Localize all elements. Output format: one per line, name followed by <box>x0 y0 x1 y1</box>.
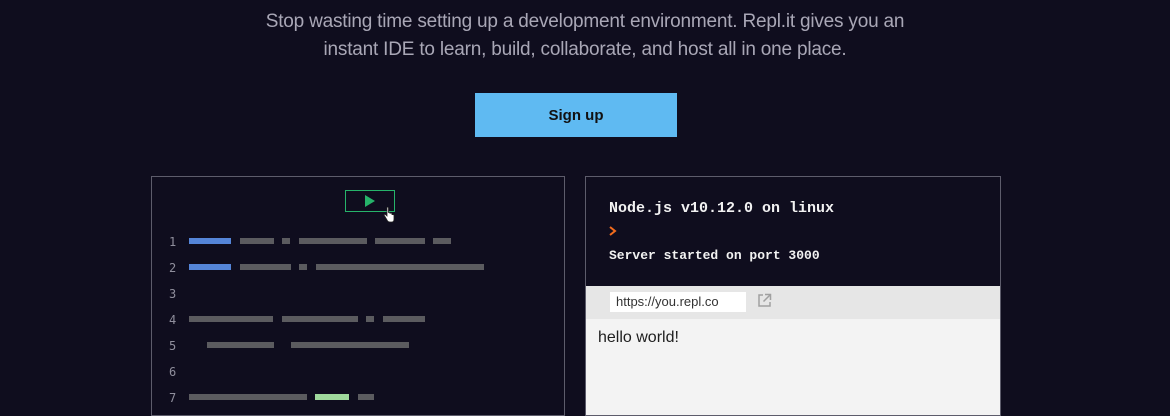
line-number-1: 1 <box>169 235 177 249</box>
console-output: Server started on port 3000 <box>609 248 820 263</box>
signup-button[interactable]: Sign up <box>475 93 677 137</box>
hand-cursor-icon <box>383 207 395 223</box>
hero-tagline: Stop wasting time setting up a developme… <box>0 8 1170 64</box>
output-panel: Node.js v10.12.0 on linux Server started… <box>585 176 1001 416</box>
code-token <box>299 264 307 270</box>
tagline-line-1: Stop wasting time setting up a developme… <box>265 11 905 32</box>
runtime-version: Node.js v10.12.0 on linux <box>609 200 835 217</box>
code-token <box>189 238 231 244</box>
play-icon <box>365 195 375 207</box>
code-token <box>375 238 425 244</box>
code-token <box>189 264 231 270</box>
console: Node.js v10.12.0 on linux Server started… <box>586 177 1000 286</box>
code-token <box>315 394 349 400</box>
browser-toolbar: https://you.repl.co <box>586 286 1000 319</box>
line-number-2: 2 <box>169 261 177 275</box>
code-token <box>433 238 451 244</box>
line-number-7: 7 <box>169 391 177 405</box>
code-token <box>189 394 307 400</box>
code-token <box>240 238 274 244</box>
prompt-chevron-icon <box>609 226 617 236</box>
code-token <box>291 342 409 348</box>
code-editor-illustration: 1 2 3 4 5 6 7 <box>151 176 565 416</box>
tagline-line-2: instant IDE to learn, build, collaborate… <box>323 39 847 60</box>
page-content: hello world! <box>598 329 679 346</box>
line-number-4: 4 <box>169 313 177 327</box>
code-token <box>207 342 274 348</box>
code-token <box>240 264 291 270</box>
line-number-6: 6 <box>169 365 177 379</box>
code-token <box>316 264 484 270</box>
code-token <box>299 238 367 244</box>
line-number-3: 3 <box>169 287 177 301</box>
browser-viewport: hello world! <box>586 319 1000 415</box>
code-token <box>383 316 425 322</box>
code-token <box>189 316 273 322</box>
code-token <box>282 316 358 322</box>
external-link-icon[interactable] <box>757 293 772 308</box>
code-token <box>366 316 374 322</box>
line-number-5: 5 <box>169 339 177 353</box>
code-token <box>358 394 374 400</box>
url-field[interactable]: https://you.repl.co <box>610 292 746 312</box>
code-token <box>282 238 290 244</box>
